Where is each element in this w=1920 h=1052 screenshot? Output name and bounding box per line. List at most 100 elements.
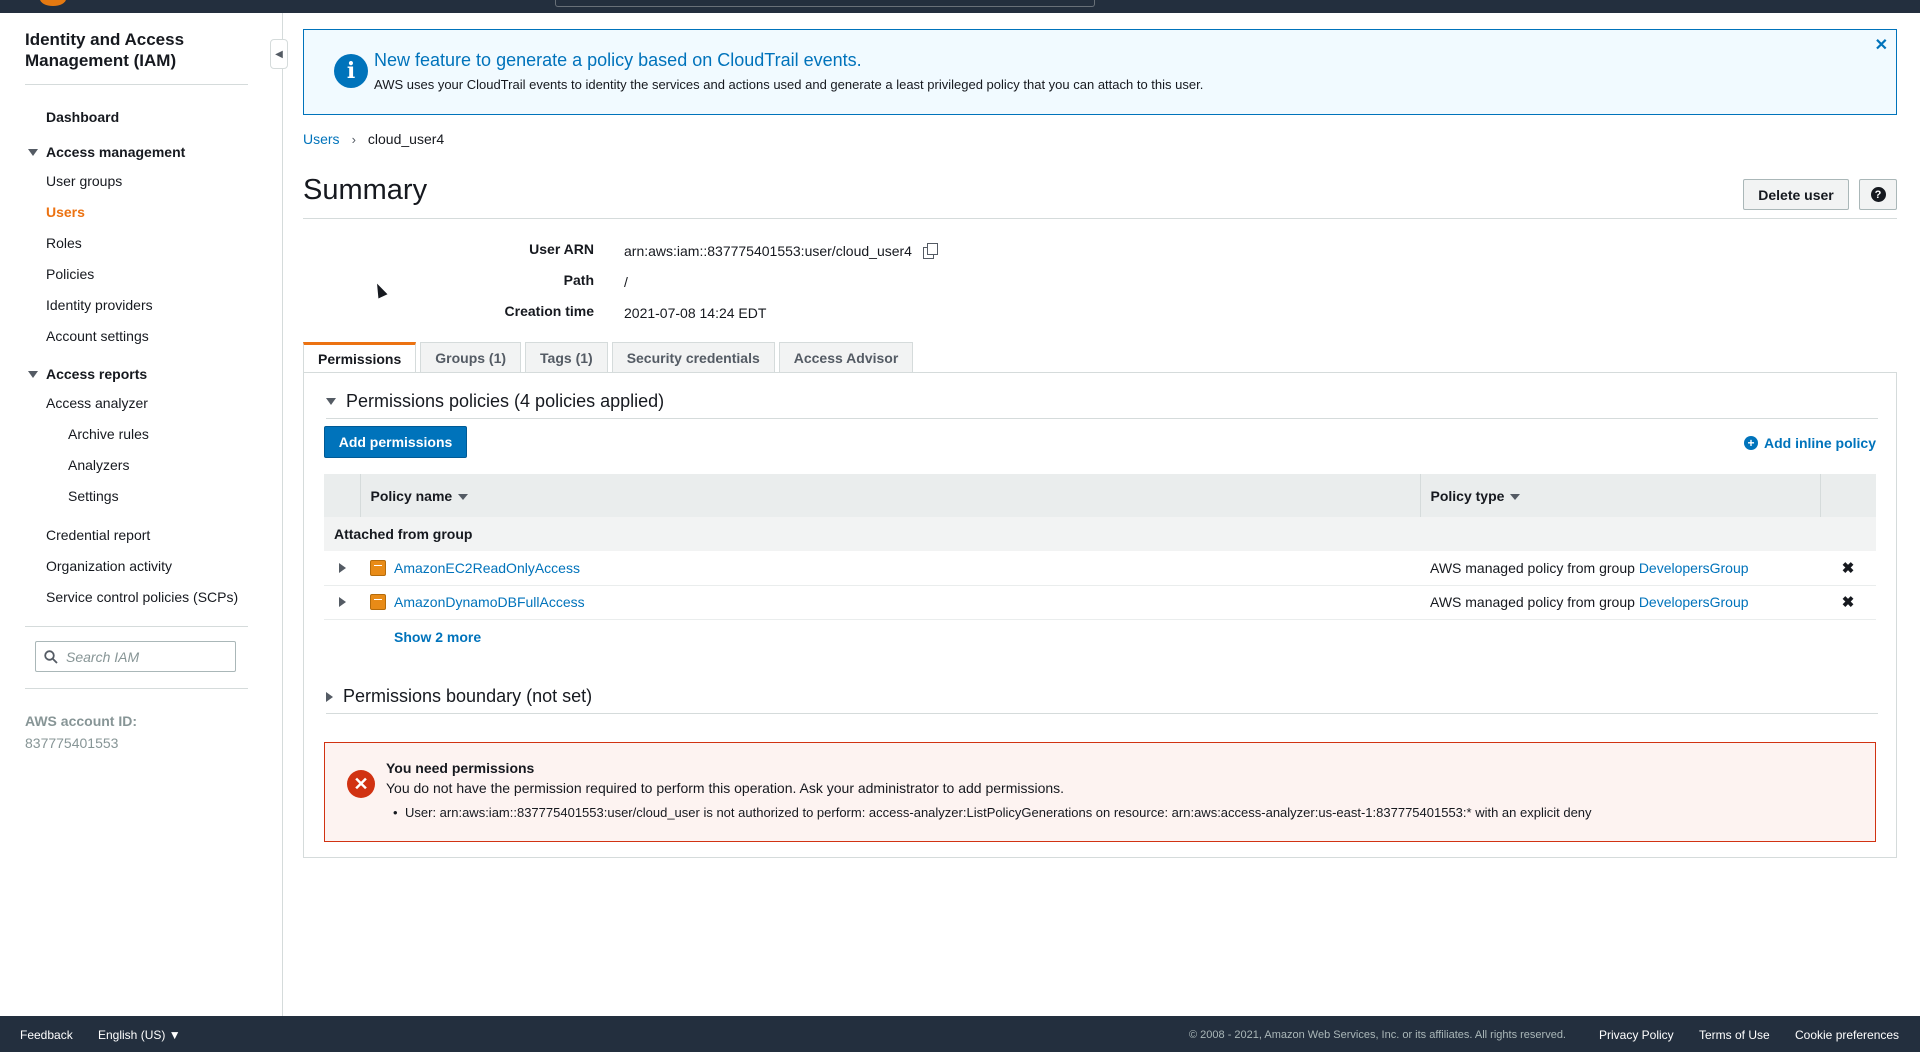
remove-policy-icon[interactable]: ✖ (1820, 551, 1876, 586)
error-alert: ✕ You need permissions You do not have t… (324, 742, 1876, 842)
caret-right-icon (338, 562, 346, 573)
group-row-label: Attached from group (334, 526, 473, 542)
section-title: Permissions policies (4 policies applied… (346, 391, 665, 411)
add-permissions-button[interactable]: Add permissions (324, 426, 467, 458)
tab-security-credentials[interactable]: Security credentials (611, 342, 775, 373)
tab-groups[interactable]: Groups (1) (420, 342, 522, 373)
terms-of-use-link[interactable]: Terms of Use (1699, 1028, 1770, 1042)
account-id-label: AWS account ID: (25, 713, 138, 729)
permissions-boundary-header[interactable]: Permissions boundary (not set) (326, 686, 592, 707)
chevron-left-icon: ◀ (275, 48, 283, 60)
chevron-right-icon: › (351, 131, 356, 147)
policy-name-link[interactable]: AmazonDynamoDBFullAccess (394, 594, 585, 610)
error-title: You need permissions (386, 760, 535, 776)
tab-bar: Permissions Groups (1) Tags (1) Security… (303, 342, 914, 373)
search-icon (44, 649, 58, 664)
top-search-bar[interactable] (555, 0, 1095, 7)
sidebar-section-access-reports[interactable]: Access reports (28, 366, 147, 382)
group-link[interactable]: DevelopersGroup (1639, 560, 1749, 576)
summary-row-path: Path / (303, 272, 628, 292)
divider (25, 688, 248, 689)
sidebar-item-archive-rules[interactable]: Archive rules (68, 426, 149, 442)
tab-access-advisor[interactable]: Access Advisor (778, 342, 914, 373)
sidebar-item-organization-activity[interactable]: Organization activity (46, 558, 172, 574)
caret-down-icon (28, 149, 38, 156)
close-icon[interactable]: ✕ (1875, 35, 1888, 55)
policies-table: Policy name Policy type Attached from gr… (324, 474, 1876, 620)
breadcrumb-current: cloud_user4 (367, 131, 445, 147)
info-banner: i New feature to generate a policy based… (303, 29, 1897, 115)
managed-policy-icon (370, 594, 386, 610)
policy-name-link[interactable]: AmazonEC2ReadOnlyAccess (394, 560, 580, 576)
permissions-policies-header[interactable]: Permissions policies (4 policies applied… (326, 391, 664, 412)
table-header-actions (1820, 474, 1876, 517)
add-inline-policy-link[interactable]: + Add inline policy (1743, 435, 1876, 451)
sidebar-item-roles[interactable]: Roles (46, 235, 82, 251)
sidebar-item-user-groups[interactable]: User groups (46, 173, 122, 189)
banner-text: AWS uses your CloudTrail events to ident… (374, 77, 1204, 92)
path-value: / (624, 274, 628, 290)
footer: Feedback English (US) ▼ © 2008 - 2021, A… (0, 1016, 1920, 1052)
sort-caret-icon (458, 493, 469, 500)
tab-permissions[interactable]: Permissions (303, 342, 417, 373)
remove-policy-icon[interactable]: ✖ (1820, 585, 1876, 620)
column-header-policy-name[interactable]: Policy name (360, 474, 1421, 517)
table-header-expander (324, 474, 361, 517)
help-button[interactable]: ? (1859, 179, 1897, 210)
sidebar-item-analyzers[interactable]: Analyzers (68, 457, 129, 473)
section-title: Permissions boundary (not set) (343, 686, 593, 706)
add-inline-policy-label: Add inline policy (1763, 435, 1876, 451)
copy-icon[interactable] (922, 243, 938, 259)
column-header-policy-type[interactable]: Policy type (1420, 474, 1821, 517)
sidebar-item-users[interactable]: Users (46, 204, 85, 220)
managed-policy-icon (370, 559, 386, 576)
page-title: Summary (303, 174, 428, 206)
policy-type-text: AWS managed policy from group (1430, 594, 1635, 610)
creation-time-label: Creation time (504, 303, 594, 319)
error-icon: ✕ (347, 770, 375, 798)
tab-tags[interactable]: Tags (1) (525, 342, 608, 373)
show-more-link[interactable]: Show 2 more (394, 629, 481, 645)
permissions-panel: Permissions policies (4 policies applied… (303, 372, 1897, 858)
breadcrumb: Users › cloud_user4 (303, 131, 444, 147)
divider (25, 626, 248, 627)
sidebar: Identity and Access Management (IAM) ◀ D… (0, 13, 288, 1016)
search-iam-field[interactable] (35, 641, 236, 672)
aws-logo[interactable] (40, 0, 66, 6)
sidebar-item-settings[interactable]: Settings (68, 488, 119, 504)
error-detail: User: arn:aws:iam::837775401553:user/clo… (393, 805, 1592, 820)
sort-caret-icon (1510, 493, 1521, 500)
sidebar-title[interactable]: Identity and Access Management (IAM) (25, 29, 255, 71)
expand-row-button[interactable] (324, 585, 360, 620)
caret-right-icon (338, 597, 346, 607)
divider (25, 84, 248, 85)
sidebar-item-scps[interactable]: Service control policies (SCPs) (46, 589, 238, 605)
breadcrumb-users-link[interactable]: Users (303, 131, 340, 147)
copyright: © 2008 - 2021, Amazon Web Services, Inc.… (1189, 1029, 1566, 1041)
feedback-link[interactable]: Feedback (20, 1028, 73, 1042)
search-input[interactable] (66, 648, 226, 665)
collapse-sidebar-button[interactable]: ◀ (270, 39, 288, 69)
language-selector[interactable]: English (US) ▼ (98, 1028, 181, 1042)
error-text: You do not have the permission required … (386, 780, 1065, 796)
privacy-policy-link[interactable]: Privacy Policy (1599, 1028, 1674, 1042)
expand-row-button[interactable] (324, 551, 360, 586)
group-link[interactable]: DevelopersGroup (1639, 594, 1749, 610)
divider (326, 418, 1878, 419)
sidebar-item-policies[interactable]: Policies (46, 266, 94, 282)
cookie-preferences-link[interactable]: Cookie preferences (1795, 1028, 1899, 1042)
sidebar-item-account-settings[interactable]: Account settings (46, 328, 149, 344)
sidebar-item-dashboard[interactable]: Dashboard (46, 109, 119, 125)
table-group-row: Attached from group (324, 517, 1876, 551)
top-nav-bar (0, 0, 1920, 13)
delete-user-button[interactable]: Delete user (1743, 179, 1849, 210)
caret-right-icon (326, 691, 333, 702)
table-row: AmazonDynamoDBFullAccess AWS managed pol… (324, 585, 1876, 620)
sidebar-item-credential-report[interactable]: Credential report (46, 527, 150, 543)
sidebar-item-access-analyzer[interactable]: Access analyzer (46, 395, 148, 411)
sidebar-item-identity-providers[interactable]: Identity providers (46, 297, 153, 313)
sidebar-section-access-management[interactable]: Access management (28, 144, 185, 160)
info-icon: i (334, 54, 368, 88)
account-id-value: 837775401553 (25, 735, 119, 751)
banner-title-link[interactable]: New feature to generate a policy based o… (374, 50, 862, 71)
